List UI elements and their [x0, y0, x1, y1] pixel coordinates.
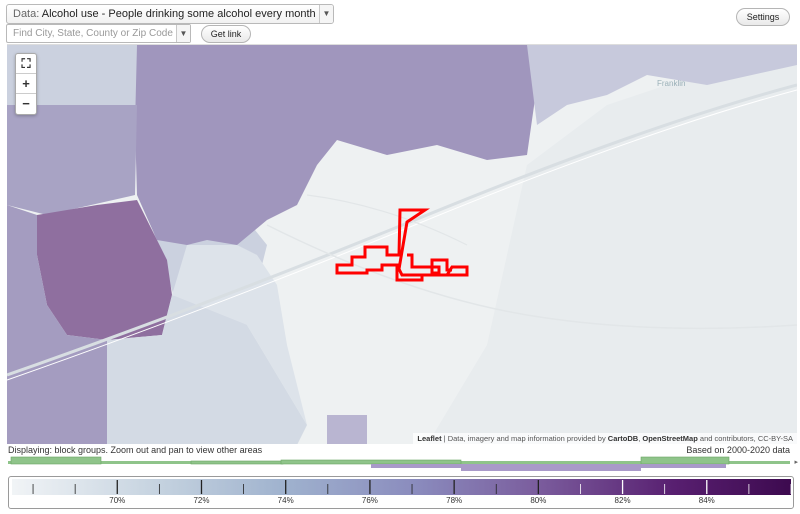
legend-tick-label: 78%	[446, 496, 463, 505]
chevron-down-icon[interactable]: ▼	[176, 25, 190, 42]
data-years-text: Based on 2000-2020 data	[686, 445, 790, 455]
chevron-down-icon[interactable]: ▼	[319, 5, 333, 23]
region-south-lavender	[327, 415, 367, 444]
zoom-out-button[interactable]: −	[16, 94, 36, 114]
get-link-button[interactable]: Get link	[201, 25, 251, 43]
plus-icon: +	[22, 76, 30, 91]
map-app: Data: Alcohol use - People drinking some…	[0, 0, 800, 514]
openstreetmap-link[interactable]: OpenStreetMap	[642, 434, 697, 443]
choropleth-layer	[7, 45, 797, 444]
map-zoom-controls: ⛶ + −	[15, 53, 37, 115]
distribution-histogram	[8, 456, 790, 471]
legend-tick-label: 84%	[698, 496, 715, 505]
histogram-bar	[640, 456, 730, 465]
color-scale-legend: 70% 72% 74% 76% 78% 80% 82% 84%	[8, 476, 794, 509]
settings-button[interactable]: Settings	[736, 8, 790, 26]
legend-tick-label: 76%	[361, 496, 378, 505]
fullscreen-button[interactable]: ⛶	[16, 54, 36, 74]
legend-tick-label: 70%	[109, 496, 126, 505]
zoom-in-button[interactable]: +	[16, 74, 36, 94]
attribution-text: | Data, imagery and map information prov…	[441, 434, 608, 443]
data-dropdown-label: Data:	[13, 8, 40, 20]
fullscreen-icon: ⛶	[21, 56, 31, 71]
cartodb-link[interactable]: CartoDB	[608, 434, 638, 443]
histogram-bar	[280, 459, 462, 465]
legend-tick-label: 82%	[614, 496, 631, 505]
histogram-arrow-icon: ▸	[794, 459, 798, 466]
histogram-bar	[190, 460, 284, 465]
region-west-lavender	[7, 105, 137, 215]
place-label-franklin: Franklin	[657, 79, 686, 88]
search-placeholder: Find City, State, County or Zip Code	[13, 28, 173, 39]
map-attribution: Leaflet | Data, imagery and map informat…	[413, 433, 797, 444]
location-search-input[interactable]: Find City, State, County or Zip Code ▼	[6, 24, 191, 43]
legend-tick-label: 80%	[530, 496, 547, 505]
map-canvas[interactable]: Franklin ⛶ + − Leaflet | Data, imagery a…	[7, 44, 797, 444]
histogram-band-purple	[461, 468, 641, 471]
display-status-text: Displaying: block groups. Zoom out and p…	[8, 445, 263, 455]
legend-tick-label: 74%	[277, 496, 294, 505]
minus-icon: −	[22, 96, 30, 111]
top-toolbar: Data: Alcohol use - People drinking some…	[0, 0, 800, 44]
data-dropdown-value: Alcohol use - People drinking some alcoh…	[41, 8, 334, 20]
legend-tick-marks	[32, 480, 791, 494]
histogram-band-purple	[371, 464, 726, 468]
data-dropdown[interactable]: Data: Alcohol use - People drinking some…	[6, 4, 334, 24]
leaflet-link[interactable]: Leaflet	[417, 434, 441, 443]
legend-tick-label: 72%	[193, 496, 210, 505]
attribution-tail: and contributors, CC-BY-SA	[697, 434, 793, 443]
histogram-bar	[10, 456, 102, 465]
